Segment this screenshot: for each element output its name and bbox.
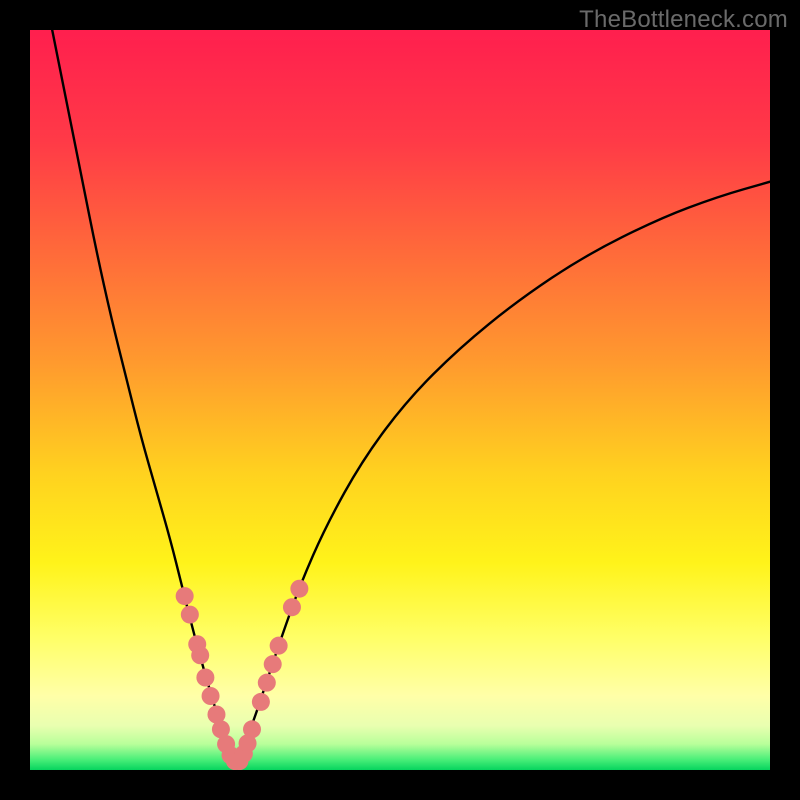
highlight-dot [270,637,288,655]
highlight-dot [264,655,282,673]
highlight-dots-group [176,580,309,770]
highlight-dot [252,693,270,711]
highlight-dot [196,669,214,687]
highlight-dot [290,580,308,598]
highlight-dot [176,587,194,605]
highlight-dot [243,720,261,738]
highlight-dot [191,646,209,664]
highlight-dot [181,606,199,624]
chart-svg [30,30,770,770]
watermark-text: TheBottleneck.com [579,6,788,34]
curve-right-branch [235,182,770,763]
highlight-dot [202,687,220,705]
plot-area [30,30,770,770]
highlight-dot [283,598,301,616]
highlight-dot [258,674,276,692]
